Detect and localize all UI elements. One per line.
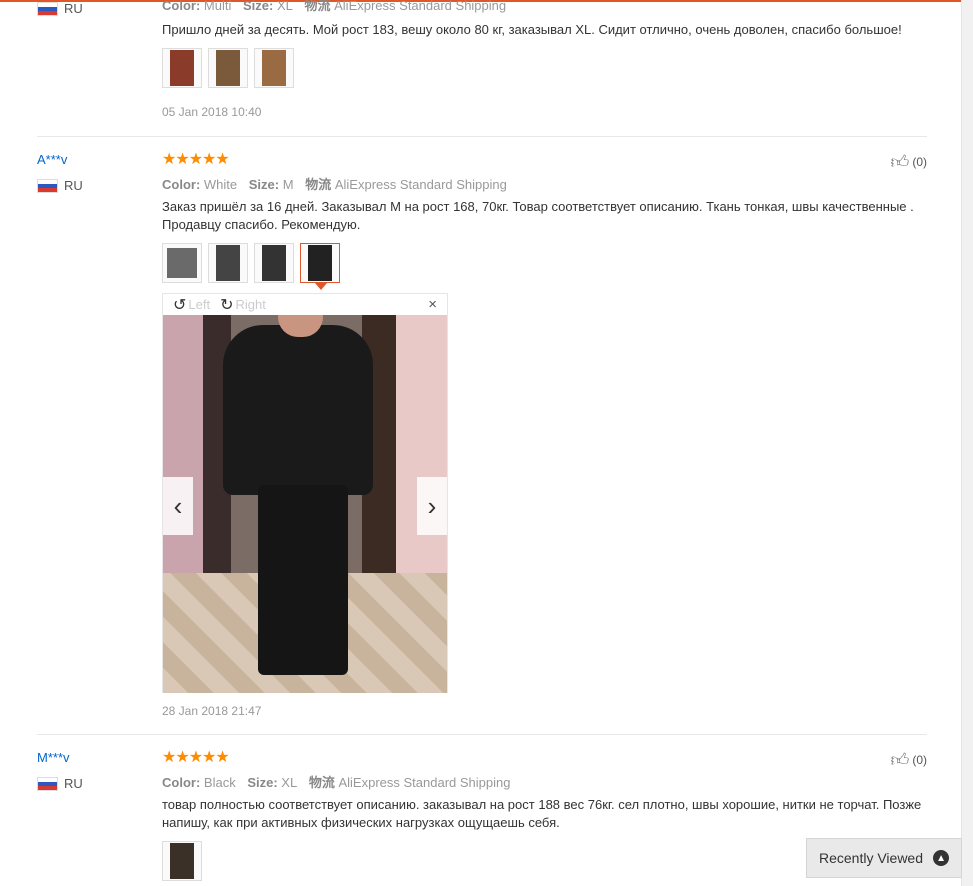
review-meta: Color: Black Size: XL 物流 AliExpress Stan…: [162, 775, 511, 790]
review-photos: [162, 243, 340, 290]
photo-subject-legs: [258, 485, 348, 675]
country: RU: [37, 1, 83, 16]
recently-viewed-button[interactable]: Recently Viewed ▲: [806, 838, 962, 878]
russia-flag-icon: [37, 776, 58, 791]
review-photo-thumb[interactable]: [162, 48, 202, 88]
reviewer-name[interactable]: A***v: [37, 152, 67, 167]
review-photo-thumb[interactable]: [254, 243, 294, 283]
review-text: Заказ пришёл за 16 дней. Заказывал M на …: [162, 199, 914, 232]
country: RU: [37, 178, 83, 193]
star-rating: ★★★★★: [162, 749, 230, 766]
russia-flag-icon: [37, 178, 58, 193]
review-photos: [162, 841, 202, 881]
selected-indicator: [315, 283, 327, 290]
prev-photo-button[interactable]: ‹: [163, 477, 193, 535]
review-text: товар полностью соответствует описанию. …: [162, 797, 922, 830]
review-item: M***v RU ★★★★★ 👍︎ (0) Color: Black Size:…: [37, 735, 927, 886]
thumbs-up-icon: 👍︎: [890, 750, 910, 770]
rotate-right-icon: ↻: [220, 296, 234, 314]
review-photo-thumb-selected[interactable]: [300, 243, 340, 290]
review-item: RU Color: Multi Size: XL 物流 AliExpress S…: [37, 0, 927, 136]
review-date: 05 Jan 2018 10:40: [162, 105, 262, 119]
rotate-left-icon: ↺: [173, 296, 187, 314]
thumbs-up-icon: 👍︎: [890, 152, 910, 172]
review-date: 28 Jan 2018 21:47: [162, 704, 262, 718]
review-meta: Color: White Size: M 物流 AliExpress Stand…: [162, 177, 507, 192]
photo-subject: [223, 325, 373, 495]
reviewer-name[interactable]: M***v: [37, 750, 70, 765]
review-meta: Color: Multi Size: XL 物流 AliExpress Stan…: [162, 0, 507, 13]
helpful-button[interactable]: 👍︎ (0): [891, 151, 927, 173]
review-photos: [162, 48, 294, 88]
viewer-toolbar: ↺ Left ↻ Right ×: [163, 294, 447, 315]
page-scrollbar[interactable]: [961, 0, 973, 886]
review-photo-thumb[interactable]: [254, 48, 294, 88]
chevron-up-icon: ▲: [933, 850, 950, 866]
rotate-right-button[interactable]: ↻ Right: [220, 295, 266, 315]
review-text: Пришло дней за десять. Мой рост 183, веш…: [162, 22, 902, 37]
review-photo-thumb[interactable]: [162, 243, 202, 283]
close-icon[interactable]: ×: [428, 296, 437, 313]
review-photo-thumb[interactable]: [162, 841, 202, 881]
rotate-left-button[interactable]: ↺ Left: [173, 295, 210, 315]
star-rating: ★★★★★: [162, 151, 230, 168]
chevron-left-icon: ‹: [173, 490, 183, 521]
russia-flag-icon: [37, 1, 58, 16]
review-photo-thumb[interactable]: [208, 243, 248, 283]
photo-viewer: ↺ Left ↻ Right × ‹ ›: [162, 293, 448, 693]
next-photo-button[interactable]: ›: [417, 477, 447, 535]
review-photo-large: ‹ ›: [163, 315, 447, 693]
review-photo-thumb[interactable]: [208, 48, 248, 88]
country: RU: [37, 776, 83, 791]
chevron-right-icon: ›: [427, 490, 437, 521]
helpful-button[interactable]: 👍︎ (0): [891, 749, 927, 771]
